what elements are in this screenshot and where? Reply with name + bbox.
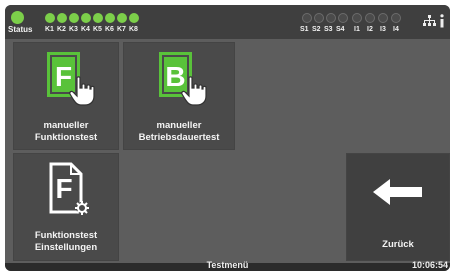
s1-label: S1 xyxy=(300,26,309,33)
k6-label: K6 xyxy=(105,26,114,33)
status-label: Status xyxy=(8,25,33,34)
manual-duration-test-button[interactable]: B manueller Betriebsdauertest xyxy=(123,42,235,150)
s2-led xyxy=(314,13,324,23)
function-test-settings-button[interactable]: F Funktionstest Einstellungen xyxy=(13,153,119,261)
network-icon[interactable] xyxy=(423,15,436,27)
k7-label: K7 xyxy=(117,26,126,33)
i3-led xyxy=(378,13,388,23)
s4-label: S4 xyxy=(336,26,345,33)
i1-label: I1 xyxy=(354,26,360,33)
touch-screen: Status K1 K2 K3 K4 K5 K6 K7 K8 S1 S2 S3 … xyxy=(5,5,450,271)
manual-function-test-button[interactable]: F manueller Funktionstest xyxy=(13,42,119,150)
k7-led xyxy=(117,13,127,23)
i2-label: I2 xyxy=(367,26,373,33)
i4-label: I4 xyxy=(393,26,399,33)
back-label: Zurück xyxy=(382,239,414,250)
info-icon[interactable] xyxy=(439,14,445,28)
k4-led xyxy=(81,13,91,23)
s3-label: S3 xyxy=(324,26,333,33)
k1-label: K1 xyxy=(45,26,54,33)
s4-led xyxy=(338,13,348,23)
k6-led xyxy=(105,13,115,23)
status-led xyxy=(11,11,24,24)
k3-led xyxy=(69,13,79,23)
k8-label: K8 xyxy=(129,26,138,33)
back-button[interactable]: Zurück xyxy=(346,153,450,261)
s2-label: S2 xyxy=(312,26,321,33)
svg-text:B: B xyxy=(165,61,185,92)
k2-led xyxy=(57,13,67,23)
s3-led xyxy=(326,13,336,23)
i4-led xyxy=(391,13,401,23)
function-test-hand-icon: F xyxy=(47,52,95,106)
manual-duration-test-line2: Betriebsdauertest xyxy=(138,132,220,143)
k1-led xyxy=(45,13,55,23)
i3-label: I3 xyxy=(380,26,386,33)
k8-led xyxy=(129,13,139,23)
manual-function-test-line2: Funktionstest xyxy=(34,132,98,143)
manual-duration-test-line1: manueller xyxy=(156,120,202,131)
s1-led xyxy=(302,13,312,23)
k5-led xyxy=(93,13,103,23)
menu-title: Testmenü xyxy=(206,260,249,270)
settings-line1: Funktionstest xyxy=(34,230,98,241)
i2-led xyxy=(365,13,375,23)
k3-label: K3 xyxy=(69,26,78,33)
duration-test-hand-icon: B xyxy=(159,52,207,106)
k5-label: K5 xyxy=(93,26,102,33)
svg-text:F: F xyxy=(55,173,72,204)
svg-text:F: F xyxy=(55,61,72,92)
settings-document-gear-icon: F xyxy=(49,162,89,215)
manual-function-test-line1: manueller xyxy=(43,120,89,131)
k4-label: K4 xyxy=(81,26,90,33)
clock: 10:06:54 xyxy=(411,260,448,270)
status-bar: Status K1 K2 K3 K4 K5 K6 K7 K8 S1 S2 S3 … xyxy=(5,5,450,39)
i1-led xyxy=(352,13,362,23)
arrow-left-icon xyxy=(373,179,422,205)
settings-line2: Einstellungen xyxy=(34,242,98,253)
k2-label: K2 xyxy=(57,26,66,33)
